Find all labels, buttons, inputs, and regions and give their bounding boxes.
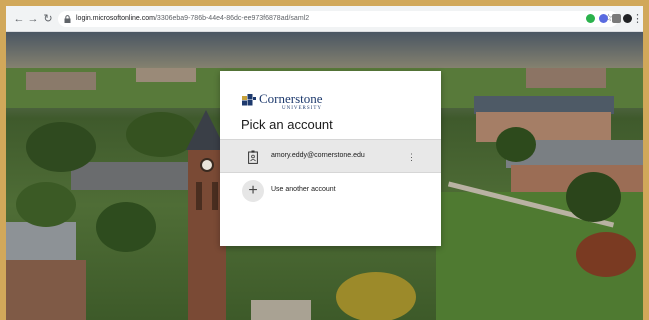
- use-another-account-button[interactable]: + Use another account: [220, 176, 441, 206]
- tree: [336, 272, 416, 320]
- url-path: /3306eba9-786b-44e4-86dc-ee973f6878ad/sa…: [154, 15, 310, 22]
- badge-icon: [248, 150, 258, 164]
- page-title: Pick an account: [241, 117, 333, 132]
- lock-icon: [64, 15, 71, 23]
- extensions-puzzle-icon[interactable]: [612, 14, 621, 23]
- sky: [6, 32, 643, 72]
- tower-window: [196, 182, 202, 210]
- browser-window: ← → ↻ login.microsoftonline.com/3306eba9…: [6, 6, 643, 320]
- account-email: amory.eddy@cornerstone.edu: [271, 152, 365, 159]
- address-bar[interactable]: login.microsoftonline.com/3306eba9-786b-…: [58, 11, 618, 27]
- tree: [496, 127, 536, 162]
- building: [6, 260, 86, 320]
- walkway: [251, 300, 311, 320]
- more-vertical-icon[interactable]: ⋮: [407, 151, 416, 163]
- account-tile[interactable]: amory.eddy@cornerstone.edu ⋮: [220, 139, 441, 173]
- building-roof: [6, 222, 76, 262]
- extension-blue-icon[interactable]: [599, 14, 608, 23]
- reload-icon[interactable]: ↻: [41, 12, 55, 26]
- url-text: login.microsoftonline.com/3306eba9-786b-…: [76, 13, 309, 25]
- forward-arrow-icon[interactable]: →: [26, 12, 40, 26]
- distant-building: [136, 68, 196, 82]
- tree: [16, 182, 76, 227]
- menu-icon[interactable]: ⋮: [632, 12, 643, 26]
- profile-avatar-icon[interactable]: [623, 14, 632, 23]
- clock-face: [200, 158, 214, 172]
- tree: [576, 232, 636, 277]
- plus-icon: +: [242, 180, 264, 202]
- distant-building: [26, 72, 96, 90]
- back-arrow-icon[interactable]: ←: [12, 12, 26, 26]
- tree: [26, 122, 96, 172]
- brand-name: Cornerstone: [259, 91, 323, 106]
- extension-green-icon[interactable]: [586, 14, 595, 23]
- cornerstone-logo-icon: [242, 94, 256, 106]
- tree: [96, 202, 156, 252]
- sign-in-card: Cornerstone UNIVERSITY Pick an account a…: [220, 71, 441, 246]
- use-another-account-label: Use another account: [271, 186, 336, 193]
- building: [71, 162, 191, 190]
- browser-toolbar: ← → ↻ login.microsoftonline.com/3306eba9…: [6, 6, 643, 32]
- url-host: login.microsoftonline.com: [76, 15, 155, 22]
- distant-building: [526, 68, 606, 88]
- tree: [566, 172, 621, 222]
- brand-subtitle: UNIVERSITY: [282, 106, 322, 111]
- tower-window: [212, 182, 218, 210]
